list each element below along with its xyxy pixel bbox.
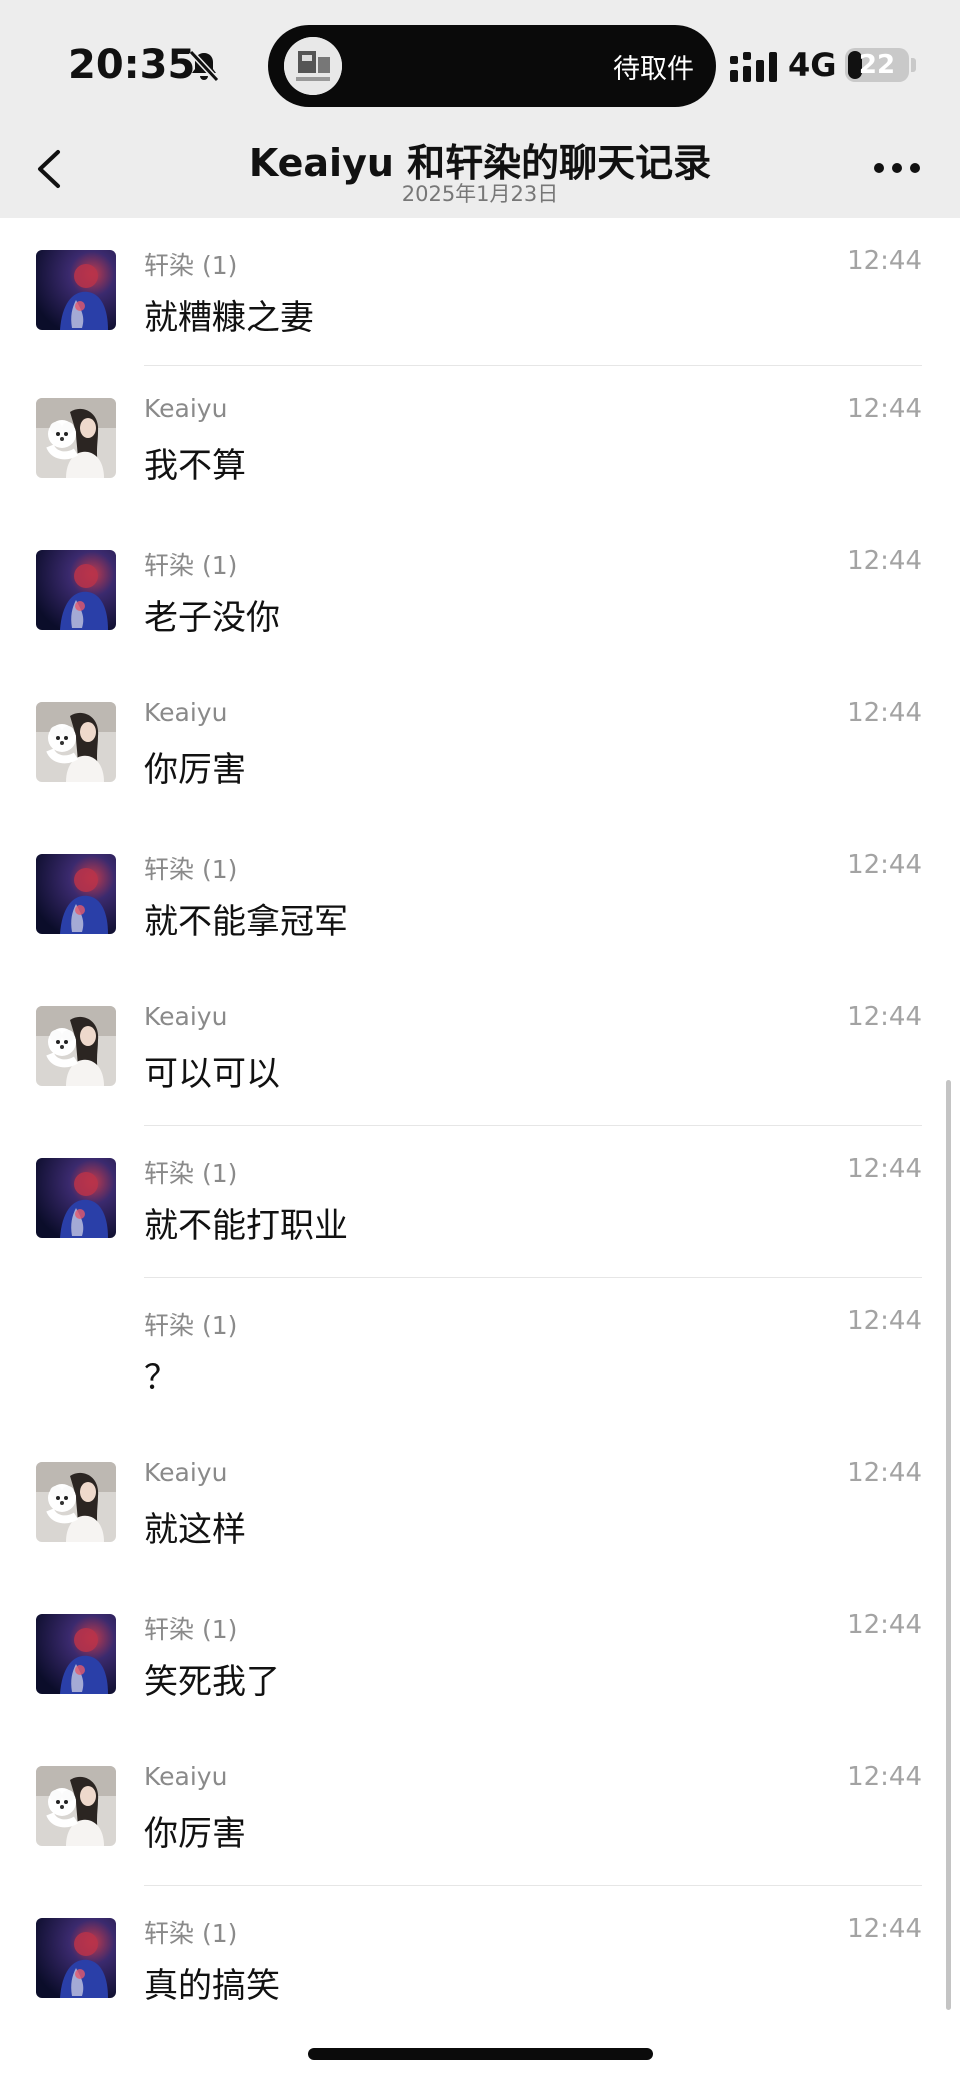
message-time: 12:44 [847,850,922,880]
chat-record-list[interactable]: 轩染 (1) 12:44 就糟糠之妻 Keaiyu 12:44 我不算 轩染 (… [0,218,960,2038]
list-item[interactable]: Keaiyu 12:44 可以可以 [0,974,960,1126]
avatar[interactable] [36,1766,116,1846]
message-time: 12:44 [847,394,922,424]
signal-icon [730,52,777,82]
network-type: 4G [788,46,837,84]
sender-name: Keaiyu [144,698,228,727]
scrollbar[interactable] [946,1080,951,2010]
message-text: 我不算 [144,446,246,486]
dynamic-island[interactable]: 待取件 [268,25,716,107]
message-text: 笑死我了 [144,1662,280,1702]
sender-name: 轩染 (1) [144,1159,238,1188]
message-text: ？ [144,1358,178,1398]
list-item[interactable]: 轩染 (1) 12:44 就不能打职业 [0,1126,960,1278]
bell-muted-icon [188,49,220,83]
message-text: 就糟糠之妻 [144,298,314,338]
message-time: 12:44 [847,1610,922,1640]
avatar[interactable] [36,854,116,934]
message-time: 12:44 [847,1458,922,1488]
message-time: 12:44 [847,246,922,276]
list-item[interactable]: 轩染 (1) 12:44 就糟糠之妻 [0,218,960,366]
sender-name: 轩染 (1) [144,1919,238,1948]
message-time: 12:44 [847,1914,922,1944]
page-subtitle-date: 2025年1月23日 [401,182,559,206]
sender-name: Keaiyu [144,1762,228,1791]
package-icon [284,37,342,95]
sender-name: 轩染 (1) [144,251,238,280]
avatar[interactable] [36,1006,116,1086]
sender-name: Keaiyu [144,1002,228,1031]
list-item[interactable]: Keaiyu 12:44 你厉害 [0,670,960,822]
avatar[interactable] [36,702,116,782]
message-text: 老子没你 [144,598,280,638]
message-time: 12:44 [847,1002,922,1032]
list-item[interactable]: Keaiyu 12:44 就这样 [0,1430,960,1582]
avatar[interactable] [36,550,116,630]
sender-name: 轩染 (1) [144,551,238,580]
list-item[interactable]: 轩染 (1) 12:44 就不能拿冠军 [0,822,960,974]
battery-icon: 22 [845,48,909,82]
avatar[interactable] [36,398,116,478]
message-text: 就不能拿冠军 [144,902,348,942]
message-text: 你厉害 [144,750,246,790]
sender-name: 轩染 (1) [144,1311,238,1340]
top-bar: 20:35 待取件 4G 22 Keaiyu 和轩染的聊天记录 2025年1月2… [0,0,960,218]
sender-name: 轩染 (1) [144,1615,238,1644]
status-time: 20:35 [68,42,196,88]
pickup-label: 待取件 [613,54,694,85]
message-text: 可以可以 [144,1054,280,1094]
list-item[interactable]: Keaiyu 12:44 我不算 [0,366,960,518]
home-indicator[interactable] [308,2048,653,2060]
message-time: 12:44 [847,1306,922,1336]
sender-name: Keaiyu [144,1458,228,1487]
battery-level: 22 [858,50,896,80]
list-item[interactable]: 轩染 (1) 12:44 ？ [0,1278,960,1430]
list-item[interactable]: 轩染 (1) 12:44 笑死我了 [0,1582,960,1734]
message-time: 12:44 [847,546,922,576]
message-text: 真的搞笑 [144,1966,280,2006]
sender-name: 轩染 (1) [144,855,238,884]
avatar[interactable] [36,1158,116,1238]
avatar[interactable] [36,1614,116,1694]
sender-name: Keaiyu [144,394,228,423]
list-item[interactable]: 轩染 (1) 12:44 老子没你 [0,518,960,670]
message-text: 就不能打职业 [144,1206,348,1246]
message-time: 12:44 [847,1154,922,1184]
message-text: 你厉害 [144,1814,246,1854]
message-time: 12:44 [847,1762,922,1792]
more-options-icon[interactable] [874,163,920,175]
message-text: 就这样 [144,1510,246,1550]
list-item[interactable]: 轩染 (1) 12:44 真的搞笑 [0,1886,960,2038]
avatar[interactable] [36,250,116,330]
list-item[interactable]: Keaiyu 12:44 你厉害 [0,1734,960,1886]
message-time: 12:44 [847,698,922,728]
avatar[interactable] [36,1462,116,1542]
avatar[interactable] [36,1918,116,1998]
